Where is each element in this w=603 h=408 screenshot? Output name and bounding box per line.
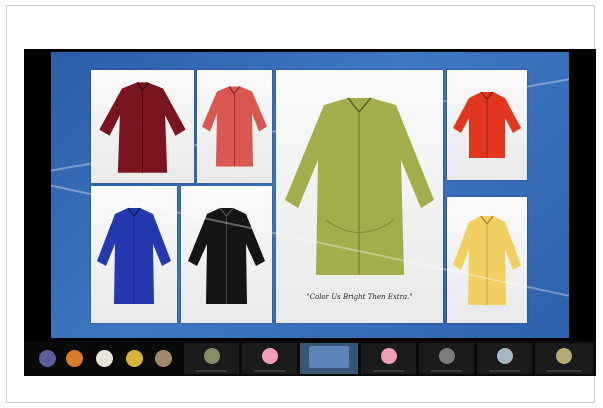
participant-name-bar [254,370,285,372]
participant-avatar-icon [203,348,220,364]
shirt-panel-bright-red [447,70,527,180]
olive-green-shirt-image [285,97,434,275]
image-frame: "Color Us Bright Then Extra." [6,5,596,403]
participant-name-bar [196,370,227,372]
shirt-panel-yellow [447,197,527,323]
participant-tile[interactable] [184,343,239,374]
participant-avatar-icon[interactable] [126,350,143,367]
participant-name-bar [547,370,581,372]
participant-tile[interactable] [242,343,297,374]
participant-avatar-icon [261,348,278,364]
participant-name-bar [373,370,404,372]
participant-tile[interactable] [535,343,593,374]
participant-avatar-icon [438,348,455,364]
participant-tile-video[interactable] [300,343,358,374]
slide-caption: "Color Us Bright Then Extra." [306,293,413,301]
participant-avatar-icon [496,348,513,364]
shirt-panel-dark-red [91,70,194,183]
black-shirt-image [188,207,265,304]
bright-red-shirt-image [453,91,521,158]
video-call-screen: "Color Us Bright Then Extra." [24,49,596,376]
participant-avatar-icon [309,346,349,368]
participant-tile[interactable] [361,343,416,374]
participant-name-bar [489,370,520,372]
participant-avatar-icon [380,348,397,364]
shared-presentation-slide: "Color Us Bright Then Extra." [51,52,569,338]
shirt-panel-olive-green: "Color Us Bright Then Extra." [276,70,443,323]
participant-avatar-icon[interactable] [155,350,172,367]
participant-tile[interactable] [419,343,474,374]
participant-tile[interactable] [477,343,532,374]
participant-avatar-icon[interactable] [39,350,56,367]
royal-blue-shirt-image [97,207,171,304]
participant-avatar-icon[interactable] [66,350,83,367]
participant-strip [24,341,596,376]
shirt-panel-black [181,186,272,323]
dark-red-shirt-image [99,81,186,173]
coral-red-shirt-image [202,86,267,167]
participant-name-bar [431,370,462,372]
yellow-shirt-image [453,215,521,305]
shirt-panel-royal-blue [91,186,177,323]
shirt-panel-coral-red [197,70,272,183]
participant-avatar-icon[interactable] [96,350,113,367]
participant-avatar-icon [556,348,572,364]
